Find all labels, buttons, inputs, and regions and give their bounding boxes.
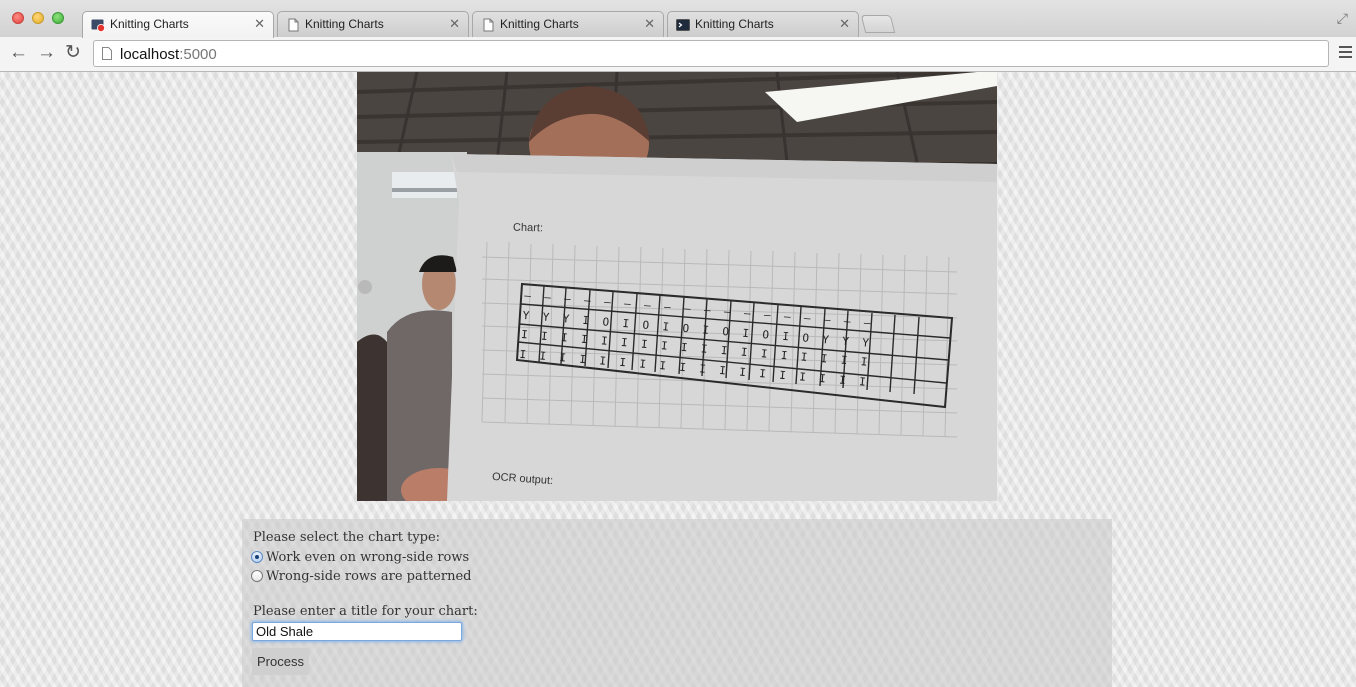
zoom-window-button[interactable] — [52, 12, 64, 24]
url-host: localhost — [120, 46, 180, 63]
tab-label: Knitting Charts — [695, 17, 774, 31]
page-icon — [288, 18, 299, 32]
page-content: Chart: — — — — — — — — — — — — — — — — —… — [0, 72, 1356, 687]
title-prompt: Please enter a title for your chart: — [253, 604, 478, 619]
chart-title-input[interactable] — [252, 622, 462, 641]
tab-knitting-charts-4[interactable]: Knitting Charts ✕ — [667, 11, 859, 37]
option-work-even[interactable]: Work even on wrong-side rows — [251, 549, 469, 565]
paper-heading: Chart: — [512, 221, 544, 235]
new-tab-button[interactable] — [860, 15, 896, 33]
option-wrong-side-patterned[interactable]: Wrong-side rows are patterned — [251, 568, 471, 584]
fullscreen-icon[interactable]: ⤢ — [1337, 10, 1348, 27]
tab-strip: Knitting Charts ✕ Knitting Charts ✕ Knit… — [0, 0, 1356, 38]
back-arrow-icon[interactable]: ← — [9, 42, 28, 64]
chart-options-form: Please select the chart type: Work even … — [242, 519, 1112, 687]
camera-frame — [357, 72, 997, 501]
close-tab-icon[interactable]: ✕ — [449, 16, 460, 32]
camera-preview: Chart: — — — — — — — — — — — — — — — — —… — [357, 72, 997, 501]
browser-toolbar: ← → ↻ localhost:5000 — [0, 37, 1356, 72]
tab-label: Knitting Charts — [500, 17, 579, 31]
close-tab-icon[interactable]: ✕ — [254, 16, 265, 32]
forward-arrow-icon[interactable]: → — [37, 42, 56, 64]
option-label: Wrong-side rows are patterned — [266, 568, 472, 584]
hamburger-menu-icon[interactable] — [1339, 46, 1352, 61]
tab-knitting-charts-2[interactable]: Knitting Charts ✕ — [277, 11, 469, 37]
close-tab-icon[interactable]: ✕ — [839, 16, 850, 32]
close-window-button[interactable] — [12, 12, 24, 24]
radio-wrong-side-patterned[interactable] — [251, 570, 263, 582]
radio-work-even[interactable] — [251, 551, 263, 563]
reload-icon[interactable]: ↻ — [65, 42, 81, 64]
option-label: Work even on wrong-side rows — [266, 549, 470, 565]
page-icon — [483, 18, 494, 32]
terminal-icon — [676, 19, 690, 31]
record-icon — [91, 19, 105, 32]
url-port: :5000 — [179, 46, 217, 63]
tab-label: Knitting Charts — [110, 17, 189, 31]
minimize-window-button[interactable] — [32, 12, 44, 24]
address-bar[interactable]: localhost:5000 — [93, 40, 1329, 67]
page-icon — [102, 47, 112, 60]
chart-type-prompt: Please select the chart type: — [253, 530, 441, 545]
tab-knitting-charts-3[interactable]: Knitting Charts ✕ — [472, 11, 664, 37]
close-tab-icon[interactable]: ✕ — [644, 16, 655, 32]
process-button[interactable]: Process — [252, 648, 309, 675]
tab-knitting-charts-1[interactable]: Knitting Charts ✕ — [82, 11, 274, 38]
tab-label: Knitting Charts — [305, 17, 384, 31]
url-text: localhost:5000 — [120, 46, 217, 63]
